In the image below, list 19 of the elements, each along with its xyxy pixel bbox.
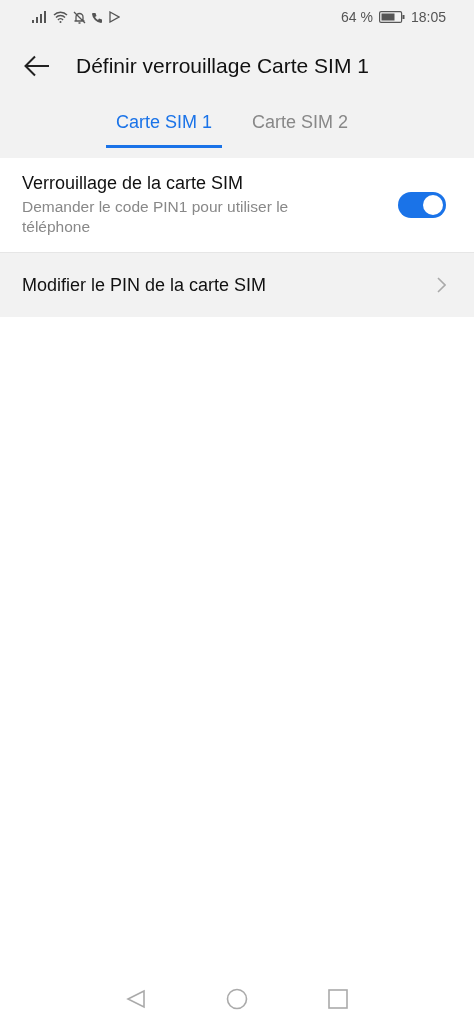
recents-nav-button[interactable] [328,989,348,1009]
settings-item[interactable]: Modifier le PIN de la carte SIM [0,253,474,317]
battery-percent: 64 % [341,9,373,25]
setting-title: Modifier le PIN de la carte SIM [22,274,268,296]
signal-icon [32,11,48,23]
sim-tab[interactable]: Carte SIM 2 [242,104,359,148]
toggle-switch[interactable] [398,192,446,218]
sim-tab[interactable]: Carte SIM 1 [105,104,222,148]
setting-title: Verrouillage de la carte SIM [22,173,245,194]
back-nav-button[interactable] [126,989,146,1009]
clock-time: 18:05 [410,9,446,25]
back-button[interactable] [22,53,52,79]
wifi-icon [53,11,68,23]
muted-bell-icon [73,10,86,24]
setting-description: Demander le code PIN1 pour utiliser le téléphone [22,197,290,237]
chevron-right-icon [437,277,446,293]
page-title: Définir verrouillage Carte SIM 1 [76,54,369,78]
home-nav-button[interactable] [226,988,248,1010]
battery-icon [378,11,405,23]
